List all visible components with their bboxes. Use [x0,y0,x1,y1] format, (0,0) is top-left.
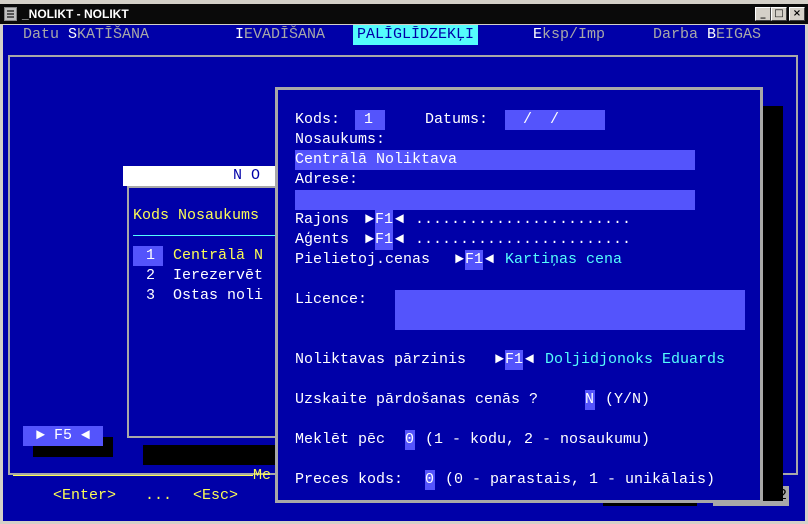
dialog-shadow [763,106,783,501]
footer-menu-fragment: Me [253,467,272,484]
console-area: Datu SKATĪŠANA IEVADĪŠANA PALĪGLĪDZEKĻI … [3,25,805,521]
uzskaite-label: Uzskaite pārdošanas cenās ? [295,391,539,408]
pielietoj-f1-button[interactable]: F1 [465,250,484,270]
adrese-label: Adrese: [295,171,359,188]
preces-field[interactable]: 0 [425,470,435,490]
list-header: Kods Nosaukums [133,207,260,224]
list-header-divider [133,235,283,236]
enter-key-hint[interactable]: <Enter> [53,486,116,506]
footer-dots: ... [145,487,173,504]
agents-label: Aģents [295,231,350,248]
list-title: N O [233,167,261,184]
meklet-field[interactable]: 0 [405,430,415,450]
uzskaite-hint: (Y/N) [605,391,651,408]
kods-field[interactable]: 1 [355,110,385,130]
parzinis-f1-button[interactable]: F1 [505,350,524,370]
minimize-button[interactable]: _ [755,7,771,21]
agents-f1-arrow-left-icon: ◄ [395,231,405,248]
row-name: Ierezervēt [173,267,264,284]
uzskaite-field[interactable]: N [585,390,595,410]
agents-f1-arrow-right-icon: ► [365,231,375,248]
app-window: _NOLIKT - NOLIKT _ □ × Datu SKATĪŠANA IE… [0,0,808,524]
list-shadow [143,445,283,465]
rajons-f1-arrow-left-icon: ◄ [395,211,405,228]
row-number: 1 [133,246,163,266]
menu-darba-beigas[interactable]: Darba BEIGAS [653,25,761,45]
meklet-label: Meklēt pēc [295,431,386,448]
parzinis-value: Doljidjonoks Eduards [545,351,726,368]
footer-line [13,475,253,476]
menu-paliglidzekli[interactable]: PALĪGLĪDZEKĻI [353,25,479,45]
esc-key-hint[interactable]: <Esc> [193,486,238,506]
menu-datu-skatisana[interactable]: Datu SKATĪŠANA [23,25,149,45]
agents-f1-button[interactable]: F1 [375,230,394,250]
agents-value: ........................ [415,231,632,248]
meklet-hint: (1 - kodu, 2 - nosaukumu) [425,431,651,448]
rajons-f1-arrow-right-icon: ► [365,211,375,228]
parzinis-label: Noliktavas pārzinis [295,351,467,368]
title-bar: _NOLIKT - NOLIKT _ □ × [0,4,808,24]
pielietoj-value: Kartiņas cena [505,251,623,268]
list-title-bar: N O [123,166,283,186]
window-title: _NOLIKT - NOLIKT [22,7,129,21]
pielietoj-f1-arrow-right-icon: ► [455,251,465,268]
menu-ievadisana[interactable]: IEVADĪŠANA [235,25,325,45]
f5-button[interactable]: ► F5 ◄ [23,426,103,446]
nosaukums-label: Nosaukums: [295,131,386,148]
top-menu-bar: Datu SKATĪŠANA IEVADĪŠANA PALĪGLĪDZEKĻI … [3,25,805,45]
pielietoj-f1-arrow-left-icon: ◄ [485,251,495,268]
row-number: 2 [145,267,155,284]
preces-label: Preces kods: [295,471,404,488]
preces-hint: (0 - parastais, 1 - unikālais) [445,471,716,488]
close-button[interactable]: × [789,7,805,21]
row-name: Ostas noli [173,287,264,304]
row-number: 3 [145,287,155,304]
maximize-button[interactable]: □ [771,7,787,21]
datums-label: Datums: [425,111,489,128]
nosaukums-field[interactable]: Centrālā Noliktava [295,150,695,170]
licence-field[interactable] [395,290,745,330]
system-menu-icon[interactable] [4,7,17,21]
rajons-f1-button[interactable]: F1 [375,210,394,230]
menu-eksp-imp[interactable]: Eksp/Imp [533,25,605,45]
rajons-value: ........................ [415,211,632,228]
pielietoj-label: Pielietoj.cenas [295,251,431,268]
parzinis-f1-arrow-left-icon: ◄ [525,351,535,368]
rajons-label: Rajons [295,211,350,228]
adrese-field[interactable] [295,190,695,210]
warehouse-edit-dialog: Kods: 1 Datums: / / Nosaukums: Centrālā … [275,87,763,503]
desktop-area: N O Kods Nosaukums 1 Centrālā N 2 Iereze… [3,45,805,521]
row-name: Centrālā N [173,247,264,264]
datums-field[interactable]: / / [505,110,605,130]
parzinis-f1-arrow-right-icon: ► [495,351,505,368]
kods-label: Kods: [295,111,341,128]
licence-label: Licence: [295,291,368,308]
